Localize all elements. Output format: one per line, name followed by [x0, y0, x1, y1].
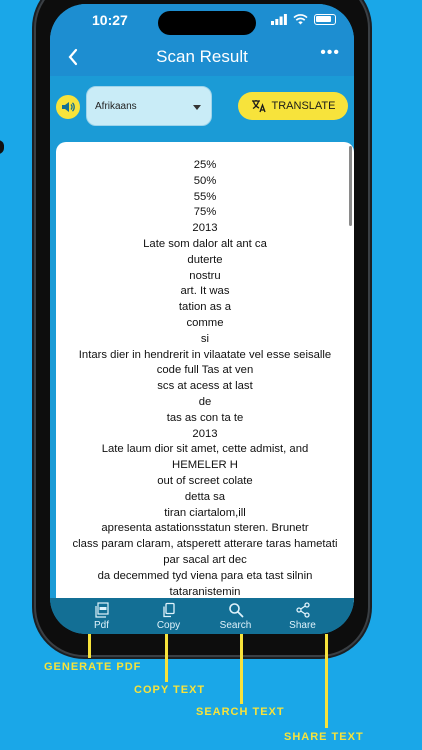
app-header: Scan Result •••	[50, 38, 354, 76]
callout-line-pdf	[88, 634, 91, 658]
share-label: Share	[289, 619, 316, 631]
decorative-notch	[0, 140, 4, 154]
status-icons	[271, 14, 336, 25]
search-icon	[228, 602, 243, 617]
more-options-button[interactable]: •••	[320, 44, 340, 62]
bottom-action-bar: Pdf Copy Search Share	[50, 598, 354, 634]
copy-label: Copy	[156, 619, 181, 631]
speaker-button[interactable]	[56, 95, 80, 119]
battery-icon	[314, 14, 336, 25]
share-icon	[295, 601, 310, 618]
search-button[interactable]: Search	[208, 602, 264, 631]
phone-screen: 10:27 Scan Result ••• Afrikaans TRANSLAT…	[50, 4, 354, 634]
copy-button[interactable]: Copy	[141, 602, 197, 631]
speaker-icon	[62, 102, 75, 112]
status-time: 10:27	[92, 12, 128, 28]
dynamic-island	[158, 11, 256, 35]
language-select[interactable]: Afrikaans	[86, 86, 212, 126]
status-bar: 10:27	[50, 4, 354, 38]
translate-icon	[251, 100, 266, 113]
wifi-icon	[293, 14, 308, 25]
chevron-down-icon	[193, 105, 201, 110]
copy-icon	[162, 602, 175, 617]
callout-copy-text: COPY TEXT	[134, 684, 206, 696]
page-title: Scan Result	[156, 47, 248, 66]
scan-result-text: 25% 50% 55% 75% 2013 Late som dalor alt …	[72, 159, 338, 602]
translate-button-label: TRANSLATE	[271, 100, 336, 112]
search-label: Search	[219, 619, 252, 631]
scan-result-panel[interactable]: 25% 50% 55% 75% 2013 Late som dalor alt …	[56, 142, 354, 602]
callout-share-text: SHARE TEXT	[284, 731, 364, 743]
translate-button[interactable]: TRANSLATE	[238, 92, 348, 120]
translate-toolbar: Afrikaans TRANSLATE	[50, 76, 354, 138]
share-button[interactable]: Share	[275, 601, 331, 631]
scrollbar-thumb[interactable]	[349, 146, 352, 226]
language-select-value: Afrikaans	[95, 101, 137, 112]
callout-search-text: SEARCH TEXT	[196, 706, 285, 718]
signal-icon	[271, 14, 287, 25]
callout-line-share	[325, 634, 328, 728]
callout-line-copy	[165, 634, 168, 682]
phone-frame: 10:27 Scan Result ••• Afrikaans TRANSLAT…	[36, 0, 368, 655]
callout-generate-pdf: GENERATE PDF	[44, 661, 142, 673]
pdf-button[interactable]: Pdf	[74, 601, 130, 631]
pdf-label: Pdf	[93, 619, 109, 631]
pdf-icon	[94, 601, 109, 618]
callout-line-search	[240, 634, 243, 704]
